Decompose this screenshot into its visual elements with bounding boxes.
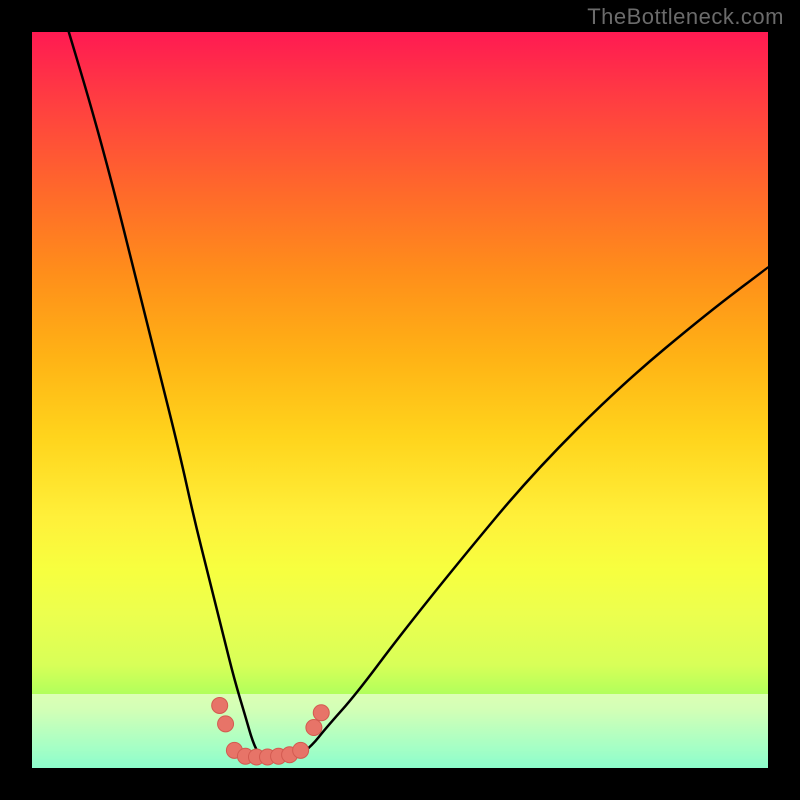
curve-marker — [306, 720, 322, 736]
curve-marker — [293, 742, 309, 758]
curve-layer — [32, 32, 768, 768]
bottleneck-curve — [69, 32, 768, 761]
chart-stage: TheBottleneck.com — [0, 0, 800, 800]
marker-group — [212, 697, 330, 765]
curve-marker — [313, 705, 329, 721]
watermark-text: TheBottleneck.com — [587, 4, 784, 30]
curve-marker — [218, 716, 234, 732]
curve-marker — [212, 697, 228, 713]
plot-area — [32, 32, 768, 768]
